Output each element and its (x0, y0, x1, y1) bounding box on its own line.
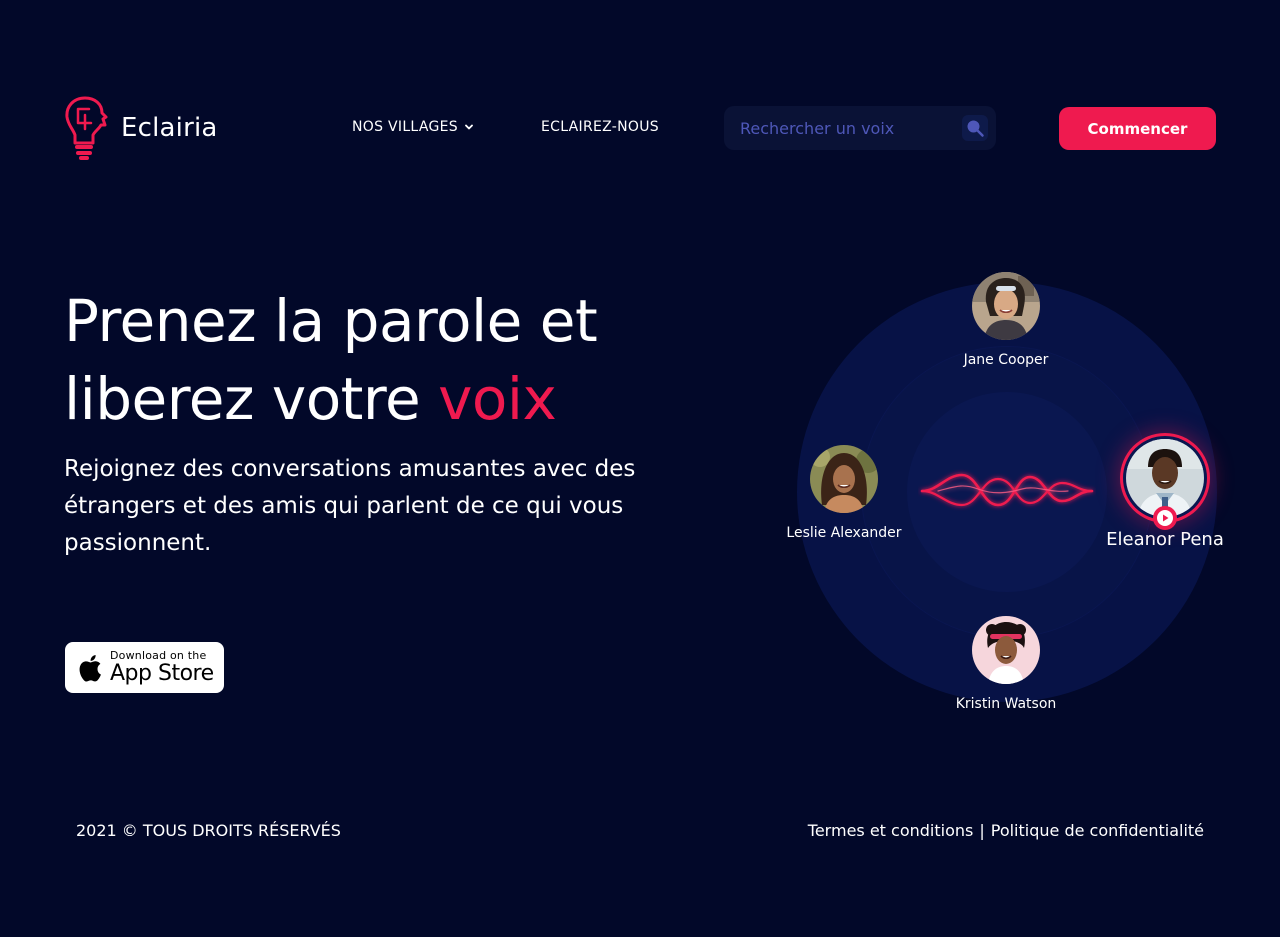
hero-subtitle: Rejoignez des conversations amusantes av… (64, 456, 636, 556)
avatar (972, 616, 1040, 684)
copyright-text: 2021 © TOUS DROITS RÉSERVÉS (76, 821, 341, 840)
nav-item-label: NOS VILLAGES (352, 119, 458, 135)
brand-logo[interactable]: Eclairia (63, 95, 218, 161)
nav-item-eclairez-nous[interactable]: ECLAIREZ-NOUS (541, 119, 659, 135)
lightbulb-head-logo-icon (65, 96, 108, 160)
avatar (972, 272, 1040, 340)
landing-page: Eclairia NOS VILLAGES ECLAIREZ-NOUS Comm… (0, 0, 1280, 937)
brand-name: Eclairia (121, 113, 218, 143)
avatar (810, 445, 878, 513)
search-button[interactable] (962, 115, 988, 141)
hero-title: Prenez la parole et liberez votre voix (64, 282, 704, 438)
speaker-leslie-alexander[interactable]: Leslie Alexander (780, 445, 908, 541)
nav-item-nos-villages[interactable]: NOS VILLAGES (352, 119, 474, 135)
app-store-small-label: Download on the (110, 649, 207, 662)
speaker-name: Kristin Watson (955, 696, 1057, 712)
active-speaker-ring (1120, 433, 1210, 530)
speaker-jane-cooper[interactable]: Jane Cooper (950, 272, 1062, 368)
nav-item-label: ECLAIREZ-NOUS (541, 119, 659, 135)
speaker-eleanor-pena[interactable]: Eleanor Pena (1100, 433, 1230, 550)
speaker-kristin-watson[interactable]: Kristin Watson (950, 616, 1062, 712)
speaker-name: Jane Cooper (963, 352, 1049, 368)
footer-separator: | (979, 821, 985, 840)
app-store-big-label: App Store (110, 661, 214, 686)
app-store-text: Download on the App Store (110, 650, 214, 685)
search-icon (967, 120, 984, 137)
speakers-visual: Jane Cooper Leslie Alexander Eleanor Pen… (786, 270, 1230, 720)
speaker-name: Leslie Alexander (786, 525, 902, 541)
chevron-down-icon (465, 124, 473, 130)
search-input[interactable] (740, 118, 962, 138)
hero-title-accent: voix (438, 365, 557, 433)
commencer-button[interactable]: Commencer (1059, 107, 1216, 150)
footer-links: Termes et conditions | Politique de conf… (808, 821, 1204, 840)
search-bar (724, 106, 996, 150)
sound-wave-icon (920, 473, 1094, 507)
app-store-button[interactable]: Download on the App Store (65, 642, 224, 693)
terms-link[interactable]: Termes et conditions (808, 821, 974, 840)
speaker-name: Eleanor Pena (1106, 529, 1224, 550)
privacy-link[interactable]: Politique de confidentialité (991, 821, 1204, 840)
play-icon[interactable] (1152, 505, 1178, 531)
apple-logo-icon (79, 654, 101, 682)
